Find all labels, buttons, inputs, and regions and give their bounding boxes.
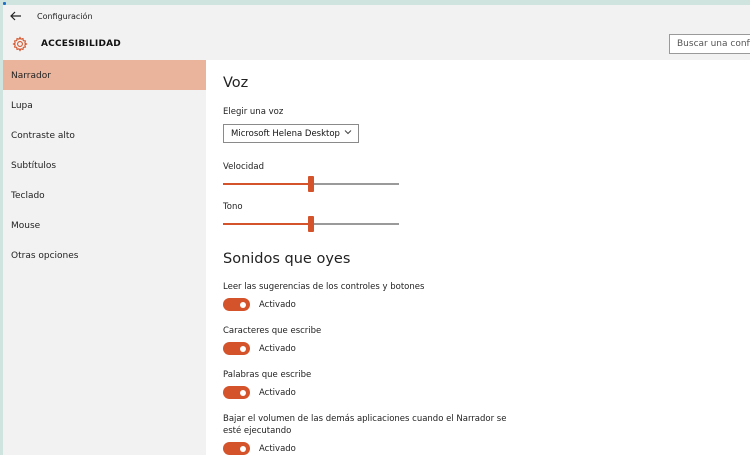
sidebar-item-otras-opciones[interactable]: Otras opciones <box>3 240 206 270</box>
voice-select[interactable]: Microsoft Helena Desktop <box>223 124 359 143</box>
sidebar-item-label: Lupa <box>11 101 33 111</box>
toggle-knob <box>240 445 246 452</box>
toggle-knob <box>240 389 246 396</box>
back-button[interactable] <box>3 5 29 27</box>
setting-label: Palabras que escribe <box>223 370 312 380</box>
toggle-knob <box>240 301 246 308</box>
toggle-state: Activado <box>259 443 296 454</box>
toggle-row: Activado <box>223 442 296 455</box>
gear-icon <box>12 35 28 52</box>
setting-label-line2: esté ejecutando <box>223 426 292 436</box>
sidebar-item-label: Subtítulos <box>11 161 57 171</box>
sidebar-item-mouse[interactable]: Mouse <box>3 210 206 240</box>
pitch-slider-fill <box>223 223 308 225</box>
section-heading-sonidos: Sonidos que oyes <box>223 251 351 267</box>
toggle-state: Activado <box>259 387 296 398</box>
toggle-switch[interactable] <box>223 342 250 355</box>
toggle-switch[interactable] <box>223 298 250 311</box>
toggle-switch[interactable] <box>223 442 250 455</box>
sidebar-item-label: Narrador <box>11 71 51 81</box>
toggle-switch[interactable] <box>223 386 250 399</box>
pitch-slider-track <box>314 223 399 225</box>
section-heading-voz: Voz <box>223 75 249 91</box>
sidebar-item-label: Contraste alto <box>11 131 75 141</box>
sidebar-item-label: Mouse <box>11 221 41 231</box>
sidebar-item-label: Teclado <box>11 191 45 201</box>
sidebar-item-subtitulos[interactable]: Subtítulos <box>3 150 206 180</box>
toggle-row: Activado <box>223 298 296 311</box>
toggle-state: Activado <box>259 299 296 310</box>
settings-window: Configuración ACCESIBILIDAD Buscar una c… <box>3 5 750 455</box>
toggle-row: Activado <box>223 386 296 399</box>
speed-slider-thumb[interactable] <box>308 176 314 192</box>
window-title: Configuración <box>37 11 93 21</box>
toggle-row: Activado <box>223 342 296 355</box>
main-content: Voz Elegir una voz Microsoft Helena Desk… <box>206 60 750 455</box>
sidebar-item-teclado[interactable]: Teclado <box>3 180 206 210</box>
page-title: ACCESIBILIDAD <box>41 38 121 49</box>
title-bar: Configuración <box>3 5 750 27</box>
setting-label-line1: Bajar el volumen de las demás aplicacion… <box>223 414 507 424</box>
setting-label: Caracteres que escribe <box>223 326 322 336</box>
speed-label: Velocidad <box>223 162 264 172</box>
toggle-knob <box>240 345 246 352</box>
sidebar-item-label: Otras opciones <box>11 251 79 261</box>
sidebar-item-lupa[interactable]: Lupa <box>3 90 206 120</box>
choose-voice-label: Elegir una voz <box>223 107 284 117</box>
pitch-label: Tono <box>223 202 243 212</box>
setting-label: Leer las sugerencias de los controles y … <box>223 282 425 292</box>
sidebar-item-contraste-alto[interactable]: Contraste alto <box>3 120 206 150</box>
voice-select-value: Microsoft Helena Desktop <box>231 129 340 139</box>
sidebar-item-narrador[interactable]: Narrador <box>3 60 206 90</box>
speed-slider-track <box>314 183 399 185</box>
toggle-state: Activado <box>259 343 296 354</box>
search-input[interactable]: Buscar una configuración <box>669 34 750 54</box>
speed-slider-fill <box>223 183 308 185</box>
pitch-slider[interactable] <box>223 216 399 232</box>
speed-slider[interactable] <box>223 176 399 192</box>
page-header: ACCESIBILIDAD Buscar una configuración <box>3 27 750 60</box>
chevron-down-icon <box>344 130 352 135</box>
pitch-slider-thumb[interactable] <box>308 216 314 232</box>
back-arrow-icon <box>10 11 21 21</box>
sidebar: Narrador Lupa Contraste alto Subtítulos … <box>3 60 206 455</box>
